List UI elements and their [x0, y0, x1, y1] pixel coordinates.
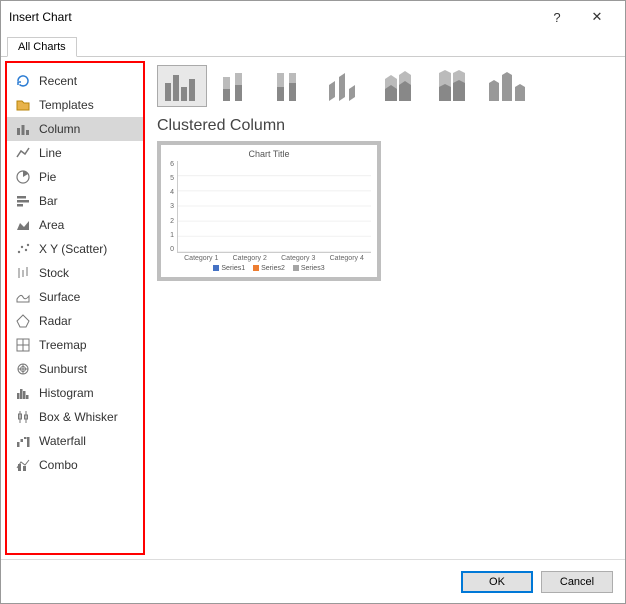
subtype-heading: Clustered Column — [157, 117, 613, 135]
sidebar-item-line[interactable]: Line — [7, 141, 143, 165]
area-icon — [15, 217, 31, 233]
line-icon — [15, 145, 31, 161]
sidebar-item-box[interactable]: Box & Whisker — [7, 405, 143, 429]
legend: Series1Series2Series3 — [167, 265, 371, 272]
ok-button[interactable]: OK — [461, 571, 533, 593]
bar-icon — [15, 193, 31, 209]
sidebar-item-recent[interactable]: Recent — [7, 69, 143, 93]
sidebar-item-surface[interactable]: Surface — [7, 285, 143, 309]
box-icon — [15, 409, 31, 425]
sidebar-item-label: X Y (Scatter) — [39, 242, 107, 256]
sidebar-item-label: Radar — [39, 314, 72, 328]
dialog-body: Recent Templates Column Line Pie Bar Area X Y (… — [1, 57, 625, 559]
sidebar-item-templates[interactable]: Templates — [7, 93, 143, 117]
sidebar-item-label: Histogram — [39, 386, 94, 400]
chart-type-sidebar: Recent Templates Column Line Pie Bar Area X Y (… — [5, 61, 145, 555]
insert-chart-dialog: Insert Chart ? ✕ All Charts Recent Templa… — [0, 0, 626, 604]
chart-subtype-row — [157, 65, 613, 107]
stock-icon — [15, 265, 31, 281]
sidebar-item-bar[interactable]: Bar — [7, 189, 143, 213]
sidebar-item-label: Bar — [39, 194, 58, 208]
recent-icon — [15, 73, 31, 89]
sidebar-item-label: Box & Whisker — [39, 410, 118, 424]
subtype-0[interactable] — [157, 65, 207, 107]
sidebar-item-histogram[interactable]: Histogram — [7, 381, 143, 405]
sidebar-item-combo[interactable]: Combo — [7, 453, 143, 477]
sidebar-item-pie[interactable]: Pie — [7, 165, 143, 189]
column-icon — [15, 121, 31, 137]
subtype-4[interactable] — [373, 65, 423, 107]
plot-area: 6543210 — [167, 161, 371, 253]
bars-region — [177, 161, 371, 253]
sidebar-item-label: Treemap — [39, 338, 87, 352]
sidebar-item-label: Stock — [39, 266, 69, 280]
sidebar-item-radar[interactable]: Radar — [7, 309, 143, 333]
sidebar-item-label: Templates — [39, 98, 94, 112]
subtype-1[interactable] — [211, 65, 261, 107]
sidebar-item-label: Combo — [39, 458, 78, 472]
sidebar-item-label: Column — [39, 122, 80, 136]
y-axis: 6543210 — [167, 161, 177, 253]
sidebar-item-column[interactable]: Column — [7, 117, 143, 141]
window-title: Insert Chart — [9, 10, 537, 24]
chart-preview[interactable]: Chart Title 6543210 Category 1Category 2… — [157, 141, 381, 281]
subtype-2[interactable] — [265, 65, 315, 107]
sidebar-item-label: Pie — [39, 170, 56, 184]
sidebar-item-label: Surface — [39, 290, 80, 304]
sidebar-item-xy[interactable]: X Y (Scatter) — [7, 237, 143, 261]
content-panel: Clustered Column Chart Title 6543210 Cat… — [145, 57, 625, 559]
titlebar: Insert Chart ? ✕ — [1, 1, 625, 33]
sidebar-item-area[interactable]: Area — [7, 213, 143, 237]
xy-icon — [15, 241, 31, 257]
tab-all-charts[interactable]: All Charts — [7, 37, 77, 57]
dialog-footer: OK Cancel — [1, 559, 625, 603]
sidebar-item-label: Area — [39, 218, 64, 232]
help-button[interactable]: ? — [537, 3, 577, 31]
surface-icon — [15, 289, 31, 305]
radar-icon — [15, 313, 31, 329]
subtype-6[interactable] — [481, 65, 531, 107]
sidebar-item-label: Recent — [39, 74, 77, 88]
combo-icon — [15, 457, 31, 473]
templates-icon — [15, 97, 31, 113]
subtype-3[interactable] — [319, 65, 369, 107]
sidebar-item-stock[interactable]: Stock — [7, 261, 143, 285]
treemap-icon — [15, 337, 31, 353]
cancel-button[interactable]: Cancel — [541, 571, 613, 593]
x-axis-labels: Category 1Category 2Category 3Category 4 — [177, 255, 371, 262]
chart-title: Chart Title — [167, 149, 371, 159]
sidebar-item-label: Line — [39, 146, 62, 160]
waterfall-icon — [15, 433, 31, 449]
sidebar-item-treemap[interactable]: Treemap — [7, 333, 143, 357]
close-button[interactable]: ✕ — [577, 3, 617, 31]
subtype-5[interactable] — [427, 65, 477, 107]
tabstrip: All Charts — [1, 33, 625, 57]
sunburst-icon — [15, 361, 31, 377]
pie-icon — [15, 169, 31, 185]
sidebar-item-waterfall[interactable]: Waterfall — [7, 429, 143, 453]
sidebar-item-sunburst[interactable]: Sunburst — [7, 357, 143, 381]
sidebar-item-label: Waterfall — [39, 434, 86, 448]
histogram-icon — [15, 385, 31, 401]
sidebar-item-label: Sunburst — [39, 362, 87, 376]
